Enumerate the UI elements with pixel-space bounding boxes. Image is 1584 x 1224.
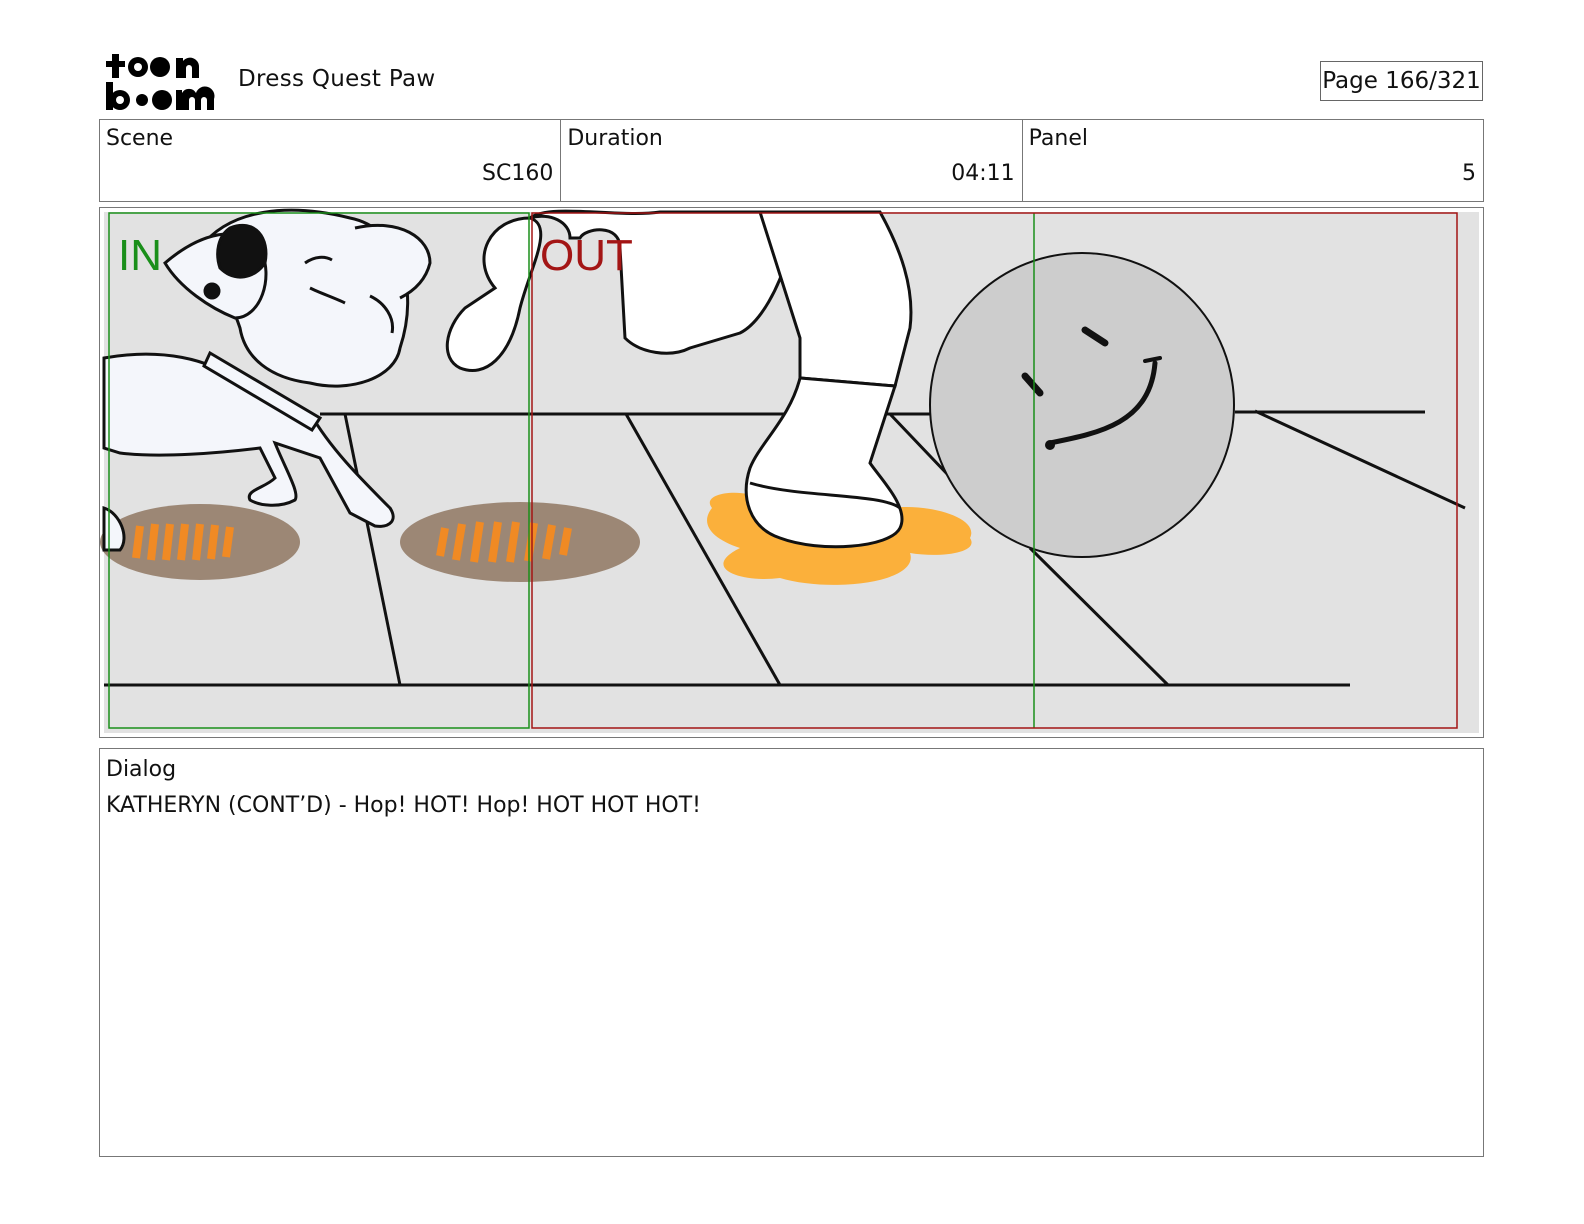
mud-puddle-right [400, 502, 640, 582]
panel-info-table: Scene SC160 Duration 04:11 Panel 5 [99, 119, 1484, 202]
panel-value: 5 [1461, 161, 1476, 186]
in-label: IN [118, 231, 162, 280]
panel-drawing: IN OUT [100, 208, 1479, 733]
panel-cell: Panel 5 [1023, 120, 1483, 201]
duration-label: Duration [567, 126, 663, 151]
toon-boom-logo [106, 54, 215, 110]
project-title: Dress Quest Paw [238, 66, 436, 92]
smiley-ball [929, 252, 1235, 558]
panel-label: Panel [1028, 126, 1089, 151]
dialog-label: Dialog [106, 757, 177, 782]
scene-label: Scene [106, 126, 174, 151]
page-indicator: Page 166/321 [1320, 61, 1483, 101]
out-label: OUT [540, 231, 633, 280]
duration-value: 04:11 [951, 161, 1015, 186]
dialog-box: Dialog KATHERYN (CONT’D) - Hop! HOT! Hop… [99, 748, 1484, 1157]
scene-value: SC160 [482, 161, 554, 186]
storyboard-panel: IN OUT [99, 207, 1484, 738]
dialog-text: KATHERYN (CONT’D) - Hop! HOT! Hop! HOT H… [106, 793, 701, 818]
duration-cell: Duration 04:11 [561, 120, 1023, 201]
scene-cell: Scene SC160 [100, 120, 562, 201]
mud-puddle-left [100, 504, 300, 580]
